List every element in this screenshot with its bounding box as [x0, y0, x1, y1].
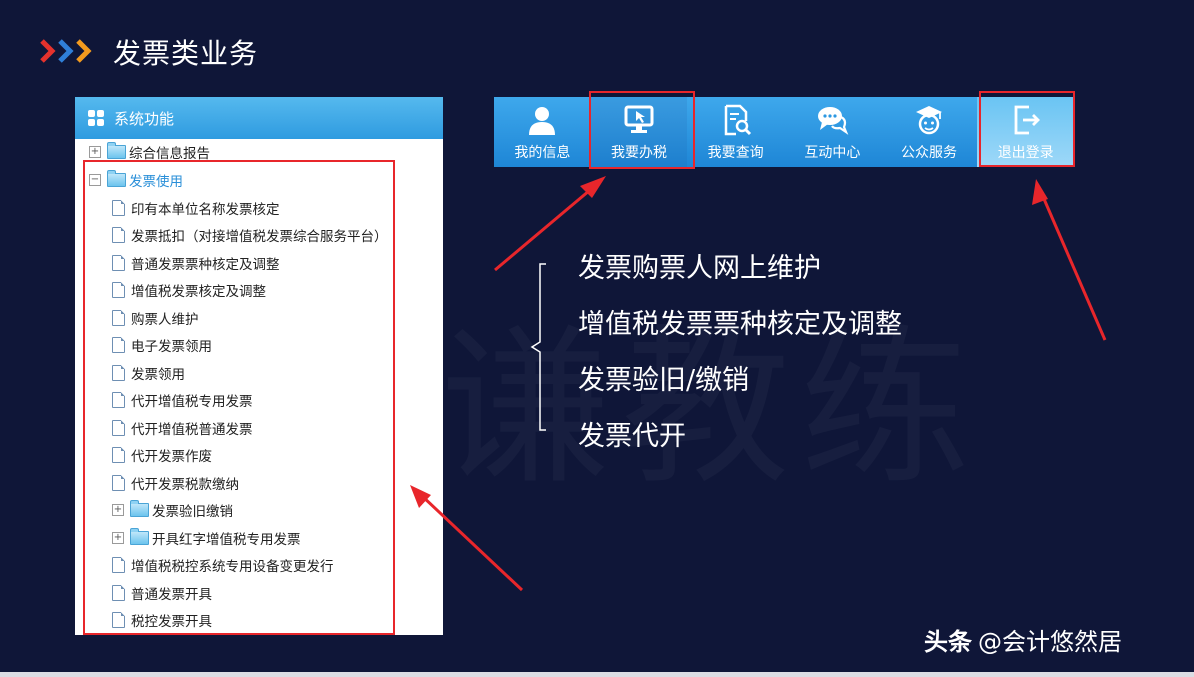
tree-item-label: 发票领用: [131, 367, 185, 383]
tree-item[interactable]: 电子发票领用: [112, 334, 212, 356]
tree-item-label: 增值税发票核定及调整: [131, 284, 266, 300]
folder-icon: [130, 528, 149, 545]
public-service-button[interactable]: 公众服务: [881, 97, 978, 167]
brace-icon: [530, 263, 546, 431]
tree-item[interactable]: 增值税发票核定及调整: [112, 279, 266, 301]
document-icon: [112, 612, 125, 628]
document-icon: [112, 392, 125, 408]
bullet-item: 发票代开: [578, 421, 686, 452]
logout-button[interactable]: 退出登录: [977, 97, 1075, 167]
document-icon: [112, 557, 125, 573]
toolbar-label: 公众服务: [901, 145, 958, 161]
document-search-icon: [724, 104, 751, 136]
query-button[interactable]: 我要查询: [687, 97, 784, 167]
arrow-to-logout: [1032, 179, 1107, 341]
tree-item[interactable]: 购票人维护: [112, 307, 199, 329]
tree-item[interactable]: 代开发票作废: [112, 444, 212, 466]
tree-item[interactable]: 税控发票开具: [112, 609, 212, 631]
tree-header: 系统功能: [75, 97, 443, 139]
tree-item[interactable]: 发票抵扣（对接增值税发票综合服务平台）: [112, 224, 388, 246]
tree-item[interactable]: 代开增值税普通发票: [112, 417, 253, 439]
tree-item-label: 开具红字增值税专用发票: [152, 532, 301, 548]
document-icon: [112, 337, 125, 353]
tree-folder-invoice-verification[interactable]: + 发票验旧缴销: [112, 499, 233, 521]
tree-folder-comprehensive-info[interactable]: + 综合信息报告: [89, 141, 210, 163]
tree-header-label: 系统功能: [114, 109, 175, 128]
document-icon: [112, 282, 125, 298]
bullet-item: 发票验旧/缴销: [578, 365, 750, 396]
toolbar-label: 我要办税: [611, 145, 667, 161]
tree-item-label: 发票验旧缴销: [152, 504, 233, 520]
document-icon: [112, 200, 125, 216]
tree-item-label: 代开增值税专用发票: [131, 394, 253, 410]
tree-folder-red-invoice[interactable]: + 开具红字增值税专用发票: [112, 527, 301, 549]
document-icon: [112, 310, 125, 326]
document-icon: [112, 585, 125, 601]
bullet-item: 发票购票人网上维护: [578, 253, 821, 284]
tree-item-label: 代开发票税款缴纳: [131, 477, 239, 493]
document-icon: [112, 227, 125, 243]
document-icon: [112, 255, 125, 271]
tree-item[interactable]: 印有本单位名称发票核定: [112, 197, 280, 219]
credit-brand: 头条: [924, 628, 972, 656]
collapse-icon[interactable]: −: [89, 174, 101, 186]
user-icon: [529, 107, 556, 135]
expand-icon[interactable]: +: [89, 146, 101, 158]
main-toolbar: 我的信息 我要办税 我要查询 互动中心 公众服务 退出登录: [494, 97, 1075, 167]
tree-item-label: 普通发票票种核定及调整: [131, 257, 280, 273]
tree-item[interactable]: 发票领用: [112, 362, 185, 384]
tree-item-label: 发票抵扣（对接增值税发票综合服务平台）: [131, 229, 388, 245]
document-icon: [112, 420, 125, 436]
tree-item-label: 购票人维护: [131, 312, 199, 328]
chat-bubbles-icon: [818, 107, 849, 135]
tax-handling-button[interactable]: 我要办税: [590, 97, 688, 167]
monitor-cursor-icon: [624, 105, 654, 133]
toolbar-label: 我要查询: [707, 145, 764, 161]
folder-open-icon: [107, 170, 126, 187]
tree-item[interactable]: 普通发票票种核定及调整: [112, 252, 280, 274]
folder-icon: [130, 500, 149, 517]
tree-item-label: 代开增值税普通发票: [131, 422, 253, 438]
tree-item[interactable]: 增值税税控系统专用设备变更发行: [112, 554, 334, 576]
tree-item-label: 电子发票领用: [131, 339, 212, 355]
slide-title: 发票类业务: [113, 37, 259, 70]
graduate-icon: [916, 106, 943, 135]
tree-item[interactable]: 代开发票税款缴纳: [112, 472, 239, 494]
tree-item[interactable]: 代开增值税专用发票: [112, 389, 253, 411]
bullet-item: 增值税发票票种核定及调整: [578, 309, 902, 340]
tree-item-label: 发票使用: [129, 174, 183, 190]
document-icon: [112, 475, 125, 491]
tree-item-label: 代开发票作废: [131, 449, 212, 465]
tree-item[interactable]: 普通发票开具: [112, 582, 212, 604]
logout-icon: [1014, 105, 1040, 135]
document-icon: [112, 365, 125, 381]
folder-icon: [107, 142, 126, 159]
tree-folder-invoice-use[interactable]: − 发票使用: [89, 169, 183, 191]
toolbar-label: 互动中心: [804, 145, 861, 161]
tree-item-label: 印有本单位名称发票核定: [131, 202, 280, 218]
credit-handle: @会计悠然居: [978, 628, 1122, 656]
toolbar-label: 退出登录: [997, 145, 1054, 161]
tree-item-label: 税控发票开具: [131, 614, 212, 630]
author-credit: 头条 @会计悠然居: [924, 622, 1122, 657]
tree-item-label: 增值税税控系统专用设备变更发行: [131, 559, 334, 575]
grid-icon: [88, 110, 104, 126]
document-icon: [112, 447, 125, 463]
my-info-button[interactable]: 我的信息: [494, 97, 591, 167]
interaction-center-button[interactable]: 互动中心: [784, 97, 881, 167]
expand-icon[interactable]: +: [112, 504, 124, 516]
expand-icon[interactable]: +: [112, 532, 124, 544]
tree-item-label: 综合信息报告: [129, 146, 210, 162]
bottom-border: [0, 672, 1194, 677]
chevrons-icon: [40, 39, 92, 63]
system-function-tree: 系统功能 + 综合信息报告 − 发票使用 印有本单位名称发票核定 发票抵扣（对接…: [75, 97, 443, 635]
tree-item-label: 普通发票开具: [131, 587, 212, 603]
toolbar-label: 我的信息: [514, 145, 571, 161]
